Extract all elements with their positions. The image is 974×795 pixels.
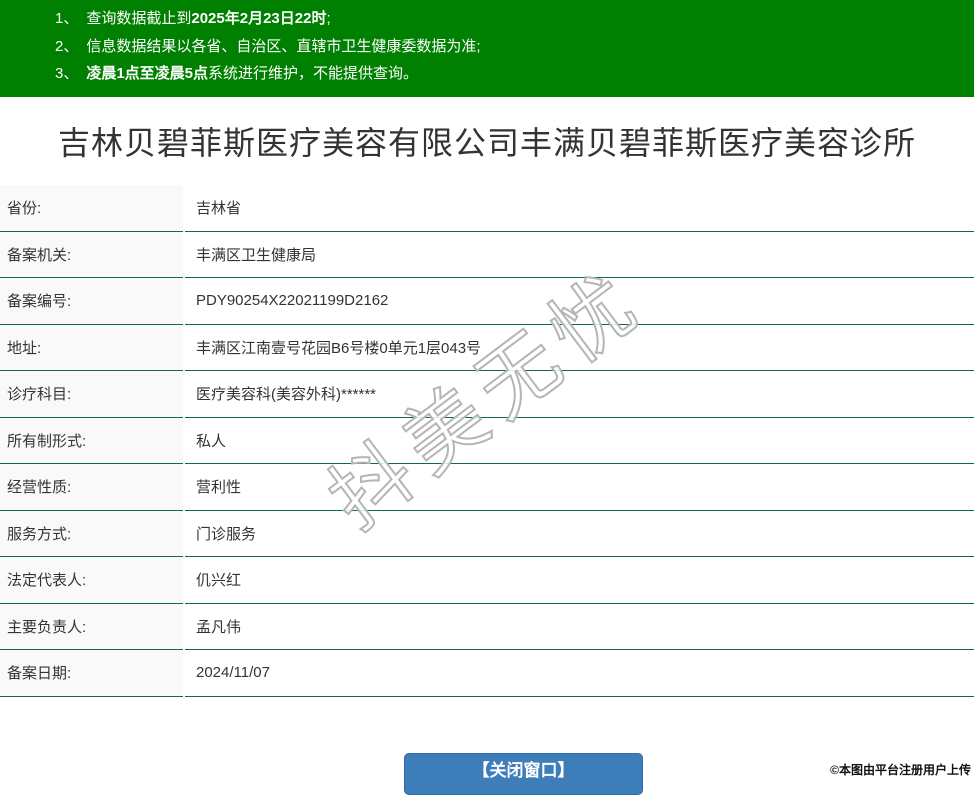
notice-number: 2、 xyxy=(55,37,79,55)
notice-number: 3、 xyxy=(55,65,79,82)
row-value: 仉兴红 xyxy=(185,557,974,604)
row-value: 孟凡伟 xyxy=(185,604,974,650)
row-value: PDY90254X22021199D2162 xyxy=(185,278,974,325)
row-label: 备案日期: xyxy=(0,650,183,697)
row-value: 私人 xyxy=(185,418,974,464)
table-row: 服务方式: 门诊服务 xyxy=(0,510,974,557)
row-value: 2024/11/07 xyxy=(185,650,974,697)
notice-text: 查询数据截止到 xyxy=(86,10,192,27)
row-value: 丰满区江南壹号花园B6号楼0单元1层043号 xyxy=(185,325,974,371)
notice-list: 1、 查询数据截止到2025年2月23日22时; 2、 信息数据结果以各省、自治区、… xyxy=(55,5,954,88)
table-row: 备案编号: PDY90254X22021199D2162 xyxy=(0,278,974,325)
notice-text: 信息数据结果以各省、自治区、直辖市卫生健康委数据为准; xyxy=(86,37,481,55)
notice-bold-text: 2025年2月23日22时 xyxy=(191,10,327,27)
row-label: 备案机关: xyxy=(0,231,183,278)
notice-text-tail: 系统进行维护，不能提供查询。 xyxy=(208,65,419,82)
row-value: 丰满区卫生健康局 xyxy=(185,232,974,278)
notice-line: 1、 查询数据截止到2025年2月23日22时; xyxy=(55,5,954,33)
title-zone: 吉林贝碧菲斯医疗美容有限公司丰满贝碧菲斯医疗美容诊所 xyxy=(0,97,974,185)
table-row: 诊疗科目: 医疗美容科(美容外科)****** xyxy=(0,371,974,418)
row-label: 所有制形式: xyxy=(0,417,183,464)
row-label: 法定代表人: xyxy=(0,557,183,604)
row-label: 地址: xyxy=(0,324,183,371)
table-row: 备案机关: 丰满区卫生健康局 xyxy=(0,231,974,278)
table-row: 法定代表人: 仉兴红 xyxy=(0,557,974,604)
row-label: 诊疗科目: xyxy=(0,371,183,418)
page-title: 吉林贝碧菲斯医疗美容有限公司丰满贝碧菲斯医疗美容诊所 xyxy=(57,125,916,161)
row-value: 医疗美容科(美容外科)****** xyxy=(185,371,974,418)
record-table: 省份: 吉林省 备案机关: 丰满区卫生健康局 备案编号: PDY90254X22… xyxy=(0,185,974,697)
notice-line: 2、 信息数据结果以各省、自治区、直辖市卫生健康委数据为准; xyxy=(55,33,954,61)
table-row: 主要负责人: 孟凡伟 xyxy=(0,603,974,650)
table-row: 省份: 吉林省 xyxy=(0,185,974,232)
footer-credit: ©本图由平台注册用户上传 xyxy=(830,763,971,777)
table-row: 备案日期: 2024/11/07 xyxy=(0,650,974,697)
notice-bar: 1、 查询数据截止到2025年2月23日22时; 2、 信息数据结果以各省、自治区、… xyxy=(0,0,974,97)
notice-number: 1、 xyxy=(55,10,79,27)
notice-line: 3、 凌晨1点至凌晨5点系统进行维护，不能提供查询。 xyxy=(55,60,954,88)
row-label: 经营性质: xyxy=(0,464,183,511)
row-value: 门诊服务 xyxy=(185,511,974,557)
row-value: 吉林省 xyxy=(185,185,974,232)
row-label: 备案编号: xyxy=(0,278,183,325)
notice-bold-text: 凌晨1点至凌晨5点 xyxy=(86,65,209,82)
notice-text-tail: ; xyxy=(326,10,331,27)
table-row: 地址: 丰满区江南壹号花园B6号楼0单元1层043号 xyxy=(0,324,974,371)
close-window-button[interactable]: 【关闭窗口】 xyxy=(404,753,643,795)
table-row: 所有制形式: 私人 xyxy=(0,417,974,464)
row-value: 营利性 xyxy=(185,464,974,511)
row-label: 主要负责人: xyxy=(0,603,183,650)
row-label: 服务方式: xyxy=(0,510,183,557)
table-row: 经营性质: 营利性 xyxy=(0,464,974,511)
row-label: 省份: xyxy=(0,185,183,232)
